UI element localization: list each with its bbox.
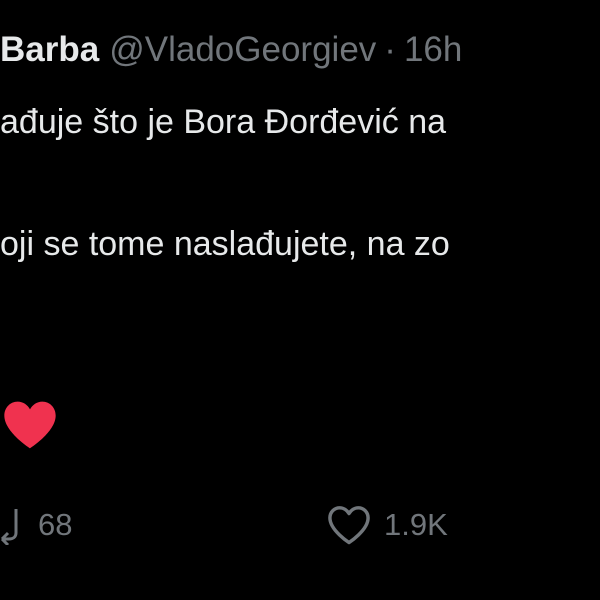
separator-dot: · [384, 30, 396, 69]
like-action[interactable]: 1.9K [326, 500, 448, 550]
user-handle[interactable]: @VladoGeorgiev [109, 30, 376, 69]
red-heart-emoji-icon [4, 401, 56, 449]
tweet-text-line-1: ađuje što je Bora Đorđević na [0, 103, 447, 141]
like-count: 1.9K [384, 507, 448, 542]
heart-outline-icon [328, 506, 370, 545]
retweet-icon [0, 509, 18, 545]
retweet-action[interactable]: 68 [0, 500, 72, 550]
display-name[interactable]: Barba [0, 30, 99, 69]
retweet-count: 68 [38, 507, 73, 542]
timestamp[interactable]: 16h [404, 30, 462, 69]
tweet-text-line-2: oji se tome naslađujete, na zo [0, 225, 450, 263]
tweet-header: Barba @VladoGeorgiev · 16h [0, 26, 462, 74]
